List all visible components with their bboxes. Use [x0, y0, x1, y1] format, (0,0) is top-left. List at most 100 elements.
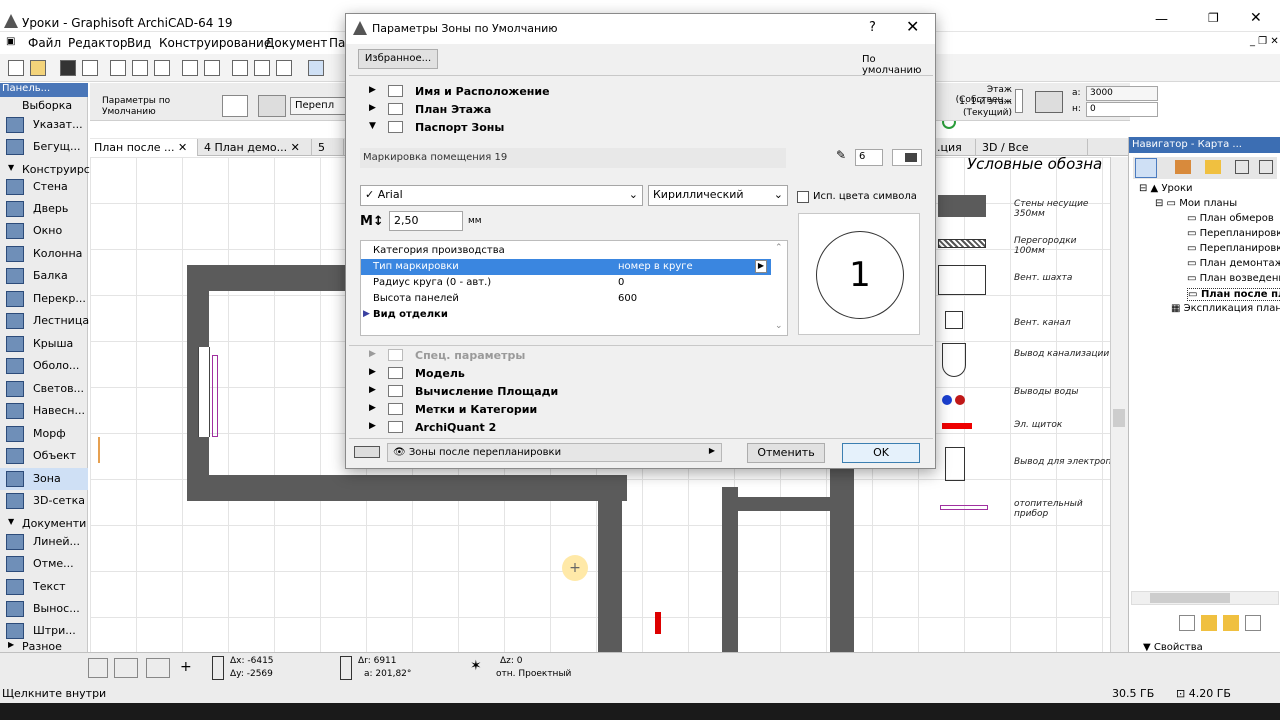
menu-edit[interactable]: Редактор	[68, 36, 127, 50]
navigator-hscroll[interactable]	[1131, 591, 1279, 605]
section-zone-stamp[interactable]: ▼ Паспорт Зоны	[363, 119, 930, 137]
mdi-controls[interactable]: _ ❐ ✕	[1250, 36, 1279, 47]
zone-settings-icon[interactable]	[222, 95, 248, 117]
geometry-method-icon[interactable]	[258, 95, 286, 117]
organizer-icon[interactable]	[1259, 160, 1273, 174]
property-row[interactable]: Категория производства	[361, 243, 771, 259]
close-window-icon[interactable]: ✕	[1250, 10, 1262, 26]
pen-color-swatch[interactable]	[892, 149, 922, 166]
dialog-close-button[interactable]: ✕	[906, 17, 919, 36]
field-b[interactable]: 0	[1086, 102, 1158, 117]
publisher-icon[interactable]	[1235, 160, 1249, 174]
menu-more[interactable]: Па	[329, 36, 345, 50]
toolbox-tool[interactable]: Линей...	[0, 531, 88, 553]
list-scroll-down[interactable]: ⌄	[775, 321, 783, 331]
grid-snap-icon[interactable]	[146, 658, 170, 678]
menu-document[interactable]: Документ	[265, 36, 327, 50]
toolbox-tool[interactable]: Балка	[0, 265, 88, 287]
toolbox-tool[interactable]: Стена	[0, 176, 88, 198]
symbol-color-checkbox[interactable]	[797, 191, 809, 203]
tab-plan-demo[interactable]: 4 План демо... ✕	[200, 139, 312, 156]
coord-reference[interactable]: отн. Проектный	[496, 669, 571, 679]
paste-icon[interactable]	[154, 60, 170, 76]
tree-item[interactable]: ▭ План обмеров	[1187, 213, 1274, 224]
clone-folder-icon[interactable]	[1223, 615, 1239, 631]
cancel-button[interactable]: Отменить	[747, 443, 825, 463]
tab-5[interactable]: 5	[314, 139, 344, 156]
property-row[interactable]: Радиус круга (0 - авт.) 0	[361, 275, 771, 291]
section-floor-plan[interactable]: ▶ План Этажа	[363, 101, 930, 119]
toolbox-tool[interactable]: Крыша	[0, 333, 88, 355]
zone-height-icon[interactable]	[1035, 91, 1063, 113]
section-area-calc[interactable]: ▶ Вычисление Площади	[363, 383, 930, 401]
tree-item[interactable]: ⊟ ▭ Мои планы	[1155, 198, 1237, 209]
charset-dropdown[interactable]: Кириллический ⌄	[648, 185, 788, 206]
new-icon[interactable]	[8, 60, 24, 76]
menu-design[interactable]: Конструирование	[159, 36, 271, 50]
maximize-icon[interactable]: ❐	[1208, 11, 1219, 25]
minimize-icon[interactable]: —	[1155, 12, 1168, 27]
snap-off-icon[interactable]	[88, 658, 108, 678]
settings-icon[interactable]	[1245, 615, 1261, 631]
tree-item[interactable]: ▭ Перепланировк	[1187, 243, 1280, 254]
perep-button[interactable]: Перепл	[290, 97, 350, 115]
toolbox-tool[interactable]: 3D-сетка	[0, 490, 88, 512]
toolbox-tool[interactable]: Оболо...	[0, 355, 88, 377]
layer-dropdown[interactable]: 👁 Зоны после перепланировки ▶	[387, 443, 722, 462]
tree-item[interactable]: ▭ План демонтаж	[1187, 258, 1280, 269]
add-icon[interactable]: +	[180, 659, 192, 675]
toolbox-tool[interactable]: Морф	[0, 423, 88, 445]
find-icon[interactable]	[232, 60, 248, 76]
section-name-location[interactable]: ▶ Имя и Расположение	[363, 83, 930, 101]
copy-icon[interactable]	[132, 60, 148, 76]
tree-item[interactable]: ▭ Перепланировк	[1187, 228, 1280, 239]
toolbox-tool[interactable]: Колонна	[0, 243, 88, 265]
toolbox-tool[interactable]: Объект	[0, 445, 88, 467]
toolbox-tool[interactable]: Перекр...	[0, 288, 88, 310]
snap-icon[interactable]	[308, 60, 324, 76]
toolbox-tool[interactable]: Дверь	[0, 198, 88, 220]
undo-icon[interactable]	[182, 60, 198, 76]
font-dropdown[interactable]: ✓ Arial ⌄	[360, 185, 643, 206]
section-special-params[interactable]: ▶ Спец. параметры	[363, 347, 930, 365]
tree-item[interactable]: ▦ Экспликация плани	[1171, 303, 1280, 314]
toolbox-tool[interactable]: Навесн...	[0, 400, 88, 422]
syringe-icon[interactable]	[276, 60, 292, 76]
toolbox-tool[interactable]: Светов...	[0, 378, 88, 400]
value-menu-icon[interactable]: ▶	[755, 260, 767, 273]
toolbox-tool[interactable]: Бегущ...	[0, 136, 88, 158]
floor-select-button[interactable]	[1015, 89, 1023, 113]
redo-icon[interactable]	[204, 60, 220, 76]
print-icon[interactable]	[82, 60, 98, 76]
new-view-icon[interactable]	[1179, 615, 1195, 631]
section-archiquant[interactable]: ▶ ArchiQuant 2	[363, 419, 930, 437]
tab-plan-after[interactable]: План после ... ✕	[90, 139, 198, 156]
favorites-button[interactable]: Избранное...	[358, 49, 438, 69]
vertical-scrollbar[interactable]	[1110, 157, 1128, 652]
hscroll-thumb[interactable]	[1150, 593, 1230, 603]
app-menu-icon[interactable]: ▣	[6, 36, 15, 47]
open-icon[interactable]	[30, 60, 46, 76]
help-button[interactable]: ?	[869, 20, 876, 35]
layout-book-icon[interactable]	[1205, 160, 1221, 174]
toolbox-tool[interactable]: Лестница	[0, 310, 89, 332]
project-map-icon[interactable]	[1135, 158, 1157, 178]
toolbox-tool[interactable]: Вынос...	[0, 598, 88, 620]
toolbox-tool[interactable]: Отме...	[0, 553, 88, 575]
toolbox-tool[interactable]: Указат...	[0, 114, 88, 136]
eyedropper-icon[interactable]	[254, 60, 270, 76]
field-a[interactable]: 3000	[1086, 86, 1158, 101]
text-size-field[interactable]: 2,50	[389, 211, 463, 231]
new-folder-icon[interactable]	[1201, 615, 1217, 631]
property-row-selected[interactable]: Тип маркировки номер в круге ▶	[361, 259, 771, 275]
guide-icon[interactable]	[114, 658, 138, 678]
menu-view[interactable]: Вид	[127, 36, 151, 50]
property-row[interactable]: Высота панелей 600	[361, 291, 771, 307]
tree-item[interactable]: ⊟ ▲ Уроки	[1139, 183, 1193, 194]
property-group[interactable]: ▶ Вид отделки	[361, 307, 771, 323]
section-tags-categories[interactable]: ▶ Метки и Категории	[363, 401, 930, 419]
toolbox-tool[interactable]: Текст	[0, 576, 88, 598]
pen-number-field[interactable]: 6	[855, 149, 883, 166]
tree-item[interactable]: ▭ План возведени	[1187, 273, 1280, 284]
menu-file[interactable]: Файл	[28, 36, 61, 50]
